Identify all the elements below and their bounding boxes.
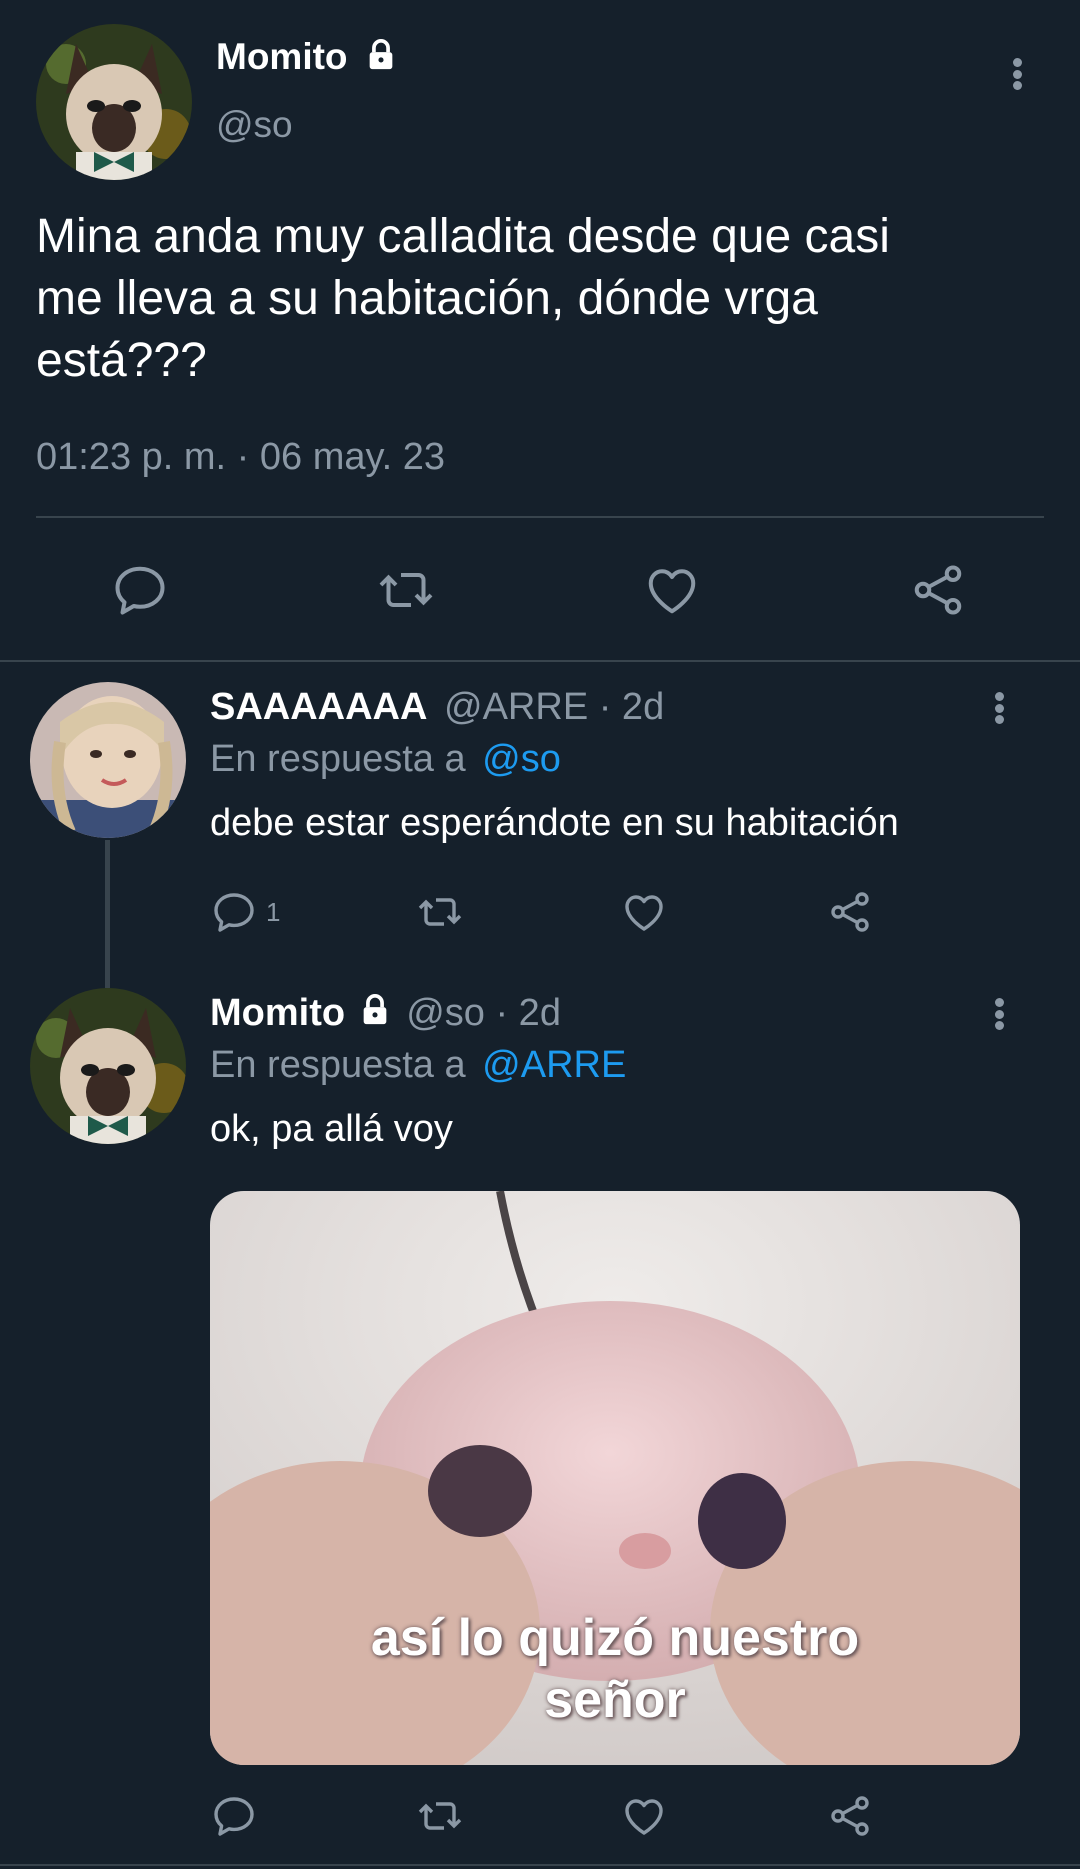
reply1-share-button[interactable] <box>826 888 874 936</box>
reply-count: 1 <box>266 896 281 927</box>
reply2-reply-context: En respuesta a @ARRE <box>210 1044 626 1087</box>
reply2-handle-time[interactable]: @so · 2d <box>406 992 561 1034</box>
reply2-more-options-icon[interactable] <box>987 992 1011 1036</box>
speech-bubble-icon <box>214 1797 254 1836</box>
lock-icon <box>364 38 398 81</box>
heart-icon <box>625 895 663 931</box>
tweet-text-line: Mina anda muy calladita desde que casi <box>36 210 890 263</box>
reply-to-link[interactable]: @ARRE <box>482 1044 626 1086</box>
like-button[interactable] <box>642 560 702 620</box>
retweet-icon <box>418 1802 462 1830</box>
share-icon <box>831 1796 869 1836</box>
retweet-icon <box>418 898 462 926</box>
reply2-share-button[interactable] <box>826 1792 874 1840</box>
reply1-reply-context: En respuesta a @so <box>210 738 561 781</box>
speech-bubble-icon <box>115 566 165 615</box>
bottom-divider <box>0 1864 1080 1866</box>
tweet-text-line: me lleva a su habitación, dónde vrga <box>36 272 818 325</box>
reply-to-link[interactable]: @so <box>482 738 561 780</box>
reply2-text: ok, pa allá voy <box>210 1108 453 1150</box>
tweet-text: Mina anda muy calladita desde que casi m… <box>36 206 1046 392</box>
reply2-media-image[interactable]: así lo quizó nuestro señor <box>210 1191 1020 1765</box>
share-button[interactable] <box>908 560 968 620</box>
reply1-more-options-icon[interactable] <box>987 686 1011 730</box>
tweet-text-line: está??? <box>36 334 207 387</box>
author-handle[interactable]: @so <box>216 104 293 146</box>
reply2-like-button[interactable] <box>620 1792 668 1840</box>
reply1-like-button[interactable] <box>620 888 668 936</box>
reply1-reply-button[interactable]: 1 <box>210 888 280 936</box>
thread-line <box>105 840 110 988</box>
reply2-avatar[interactable] <box>30 988 186 1144</box>
reply2-retweet-button[interactable] <box>414 1792 466 1840</box>
heart-icon <box>625 1799 663 1835</box>
main-avatar[interactable] <box>36 24 192 180</box>
reply1-header: SAAAAAAA @ARRE · 2d <box>210 686 664 729</box>
section-divider <box>0 660 1080 662</box>
reply1-handle-time[interactable]: @ARRE · 2d <box>444 686 664 728</box>
reply2-reply-button[interactable] <box>210 1792 258 1840</box>
reply1-retweet-button[interactable] <box>414 888 466 936</box>
reply-prefix: En respuesta a <box>210 738 466 780</box>
divider <box>36 516 1044 518</box>
reply1-text: debe estar esperándote en su habitación <box>210 802 899 844</box>
reply2-author-name[interactable]: Momito <box>210 992 345 1034</box>
more-options-icon[interactable] <box>1005 52 1029 96</box>
reply2-header: Momito @so · 2d <box>210 992 561 1037</box>
reply1-avatar[interactable] <box>30 682 186 838</box>
reply-button[interactable] <box>110 560 170 620</box>
reply1-author-name[interactable]: SAAAAAAA <box>210 686 427 728</box>
media-caption: así lo quizó nuestro señor <box>210 1607 1020 1731</box>
share-icon <box>914 565 962 615</box>
share-icon <box>831 892 869 932</box>
tweet-timestamp: 01:23 p. m. · 06 may. 23 <box>36 436 446 478</box>
retweet-button[interactable] <box>374 560 438 620</box>
lock-icon <box>358 993 392 1037</box>
heart-icon <box>648 569 696 614</box>
speech-bubble-icon <box>214 893 254 932</box>
media-caption-line: así lo quizó nuestro <box>370 1609 860 1667</box>
author-name[interactable]: Momito <box>216 36 348 77</box>
reply-prefix: En respuesta a <box>210 1044 466 1086</box>
media-caption-line: señor <box>544 1671 686 1729</box>
retweet-icon <box>379 573 433 607</box>
